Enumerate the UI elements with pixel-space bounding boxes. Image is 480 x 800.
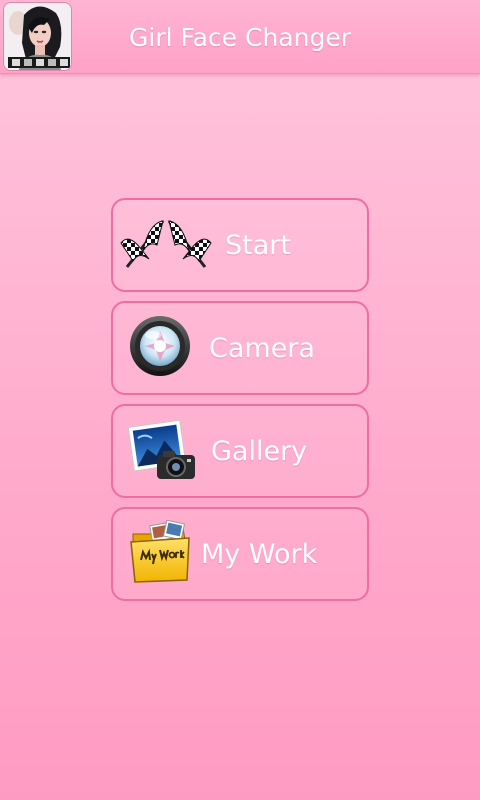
my-work-folder-icon <box>129 519 193 588</box>
checkered-flags-icon <box>119 215 213 275</box>
app-title: Girl Face Changer <box>129 23 351 52</box>
my-work-label: My Work <box>201 539 318 570</box>
camera-button[interactable]: Camera <box>111 301 369 395</box>
start-button[interactable]: Start <box>111 198 369 292</box>
photo-gallery-camera-icon <box>127 417 199 485</box>
gallery-label: Gallery <box>211 436 308 467</box>
app-header: Girl Face Changer <box>0 0 480 74</box>
gallery-button[interactable]: Gallery <box>111 404 369 498</box>
my-work-button[interactable]: My Work <box>111 507 369 601</box>
start-label: Start <box>225 230 291 261</box>
camera-label: Camera <box>209 333 315 364</box>
camera-lens-icon <box>129 315 191 381</box>
app-logo-icon <box>3 2 72 71</box>
